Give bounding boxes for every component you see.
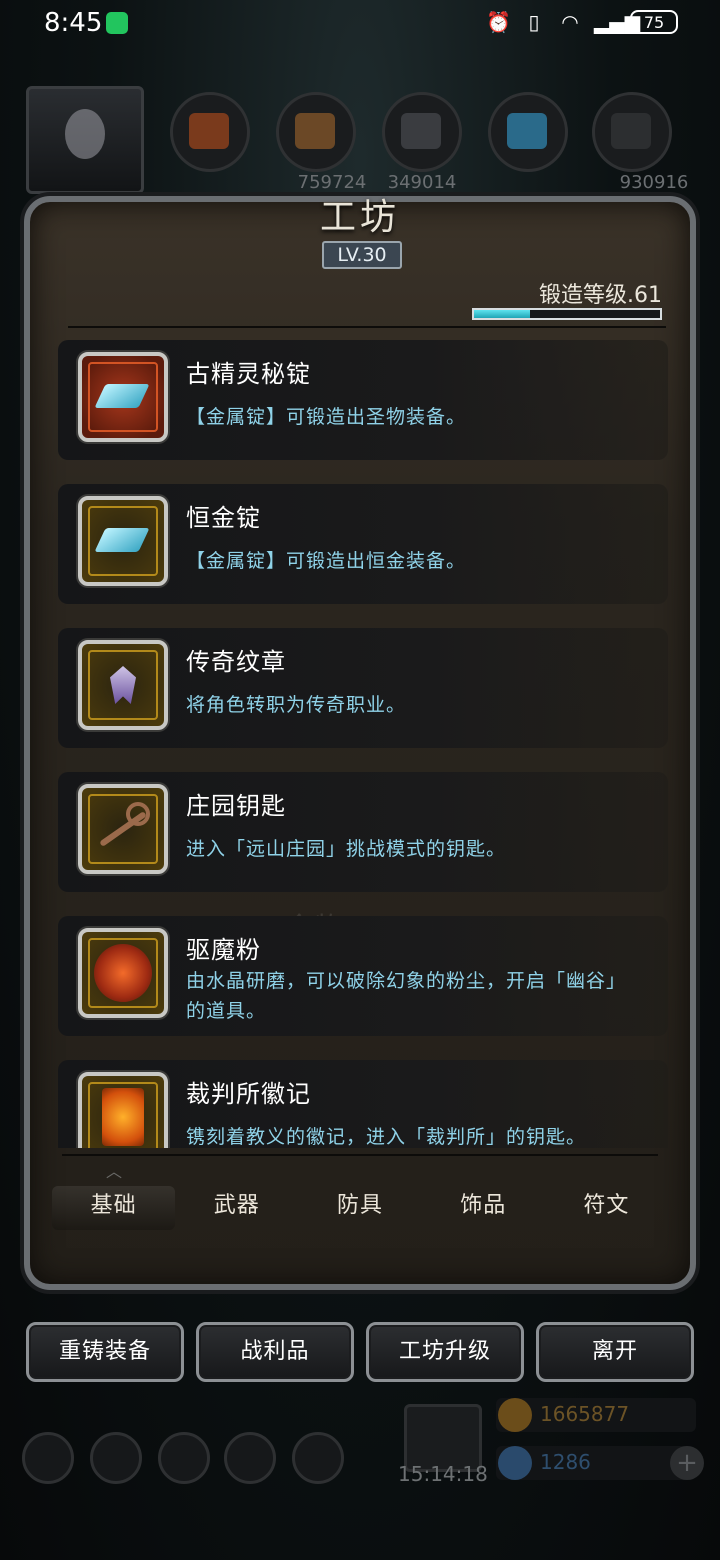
forge-level-label: 锻造等级.61 — [539, 283, 662, 308]
vibrate-icon: ▯ — [528, 10, 540, 34]
tab-basic[interactable]: 基础 — [52, 1186, 176, 1230]
tab-accessories[interactable]: 饰品 — [422, 1186, 545, 1230]
iron-resource-icon — [382, 92, 462, 172]
signal-icon: ▂▄▆ — [594, 10, 641, 34]
silver-ingot-icon — [78, 352, 168, 442]
status-time: 8:45 — [44, 8, 103, 38]
list-item[interactable]: 庄园钥匙 进入「远山庄园」挑战模式的钥匙。 — [58, 772, 668, 892]
add-currency-icon[interactable]: + — [670, 1446, 704, 1480]
avatar — [65, 109, 105, 159]
status-icons: ⏰ ▯ ◠ ▂▄▆ 75 — [486, 10, 678, 34]
meat-resource-icon — [170, 92, 250, 172]
tab-runes[interactable]: 符文 — [545, 1186, 668, 1230]
wechat-icon — [106, 12, 128, 34]
key-icon — [78, 784, 168, 874]
upgrade-workshop-button[interactable]: 工坊升级 — [366, 1322, 524, 1382]
list-item[interactable]: 裁判所徽记 镌刻着教义的徽记，进入「裁判所」的钥匙。 — [58, 1060, 668, 1148]
item-title: 古精灵秘锭 — [186, 360, 311, 388]
workshop-level-badge: LV.30 — [322, 241, 402, 269]
item-description: 进入「远山庄园」挑战模式的钥匙。 — [186, 838, 507, 860]
wifi-icon: ◠ — [561, 10, 579, 34]
forge-progress-fill — [474, 310, 530, 318]
list-bottom-divider — [62, 1154, 658, 1156]
gold-counter: 1665877 — [496, 1398, 696, 1432]
wood-resource-icon — [276, 92, 356, 172]
alarm-icon: ⏰ — [486, 10, 511, 34]
list-item[interactable]: 驱魔粉 由水晶研磨，可以破除幻象的粉尘，开启「幽谷」的道具。 — [58, 916, 668, 1036]
item-description: 将角色转职为传奇职业。 — [186, 694, 407, 716]
item-title: 庄园钥匙 — [186, 792, 286, 820]
settings-icon[interactable] — [22, 1432, 74, 1484]
list-item[interactable]: 古精灵秘锭 【金属锭】可锻造出圣物装备。 — [58, 340, 668, 460]
battery-indicator: 75 — [630, 10, 678, 34]
character-portrait[interactable] — [26, 86, 144, 194]
forge-progress-bar — [472, 308, 662, 320]
item-title: 恒金锭 — [186, 504, 261, 532]
loot-button[interactable]: 战利品 — [196, 1322, 354, 1382]
category-tabs: 基础 武器 防具 饰品 符文 — [52, 1186, 668, 1230]
tab-armor[interactable]: 防具 — [298, 1186, 421, 1230]
gem-icon — [498, 1446, 532, 1480]
emblem-icon — [78, 1072, 168, 1148]
leave-button[interactable]: 离开 — [536, 1322, 694, 1382]
item-description: 【金属锭】可锻造出圣物装备。 — [186, 406, 467, 428]
tab-weapons[interactable]: 武器 — [175, 1186, 298, 1230]
crystal-resource-icon — [488, 92, 568, 172]
reforge-button[interactable]: 重铸装备 — [26, 1322, 184, 1382]
gem-value: 1286 — [540, 1450, 591, 1474]
list-item[interactable]: 传奇纹章 将角色转职为传奇职业。 — [58, 628, 668, 748]
scroll-up-icon[interactable]: ︿ — [106, 1158, 122, 1182]
shop-icon[interactable] — [292, 1432, 344, 1484]
ingot-icon — [78, 496, 168, 586]
gem-counter: 1286 — [496, 1446, 696, 1480]
stone-resource-icon — [592, 92, 672, 172]
guild-icon[interactable] — [158, 1432, 210, 1484]
gold-coin-icon — [498, 1398, 532, 1432]
action-buttons: 重铸装备 战利品 工坊升级 离开 — [26, 1322, 694, 1384]
item-title: 裁判所徽记 — [186, 1080, 311, 1108]
gift-timer: 15:14:18 — [398, 1462, 488, 1486]
crest-icon — [78, 640, 168, 730]
panel-divider — [68, 326, 666, 328]
panel-title: 工坊 — [319, 197, 400, 238]
mail-icon[interactable] — [224, 1432, 276, 1484]
item-description: 镌刻着教义的徽记，进入「裁判所」的钥匙。 — [186, 1126, 587, 1148]
resource-row: 759724 349014 930916 — [26, 86, 688, 196]
item-title: 驱魔粉 — [186, 936, 261, 964]
powder-icon — [78, 928, 168, 1018]
item-description: 【金属锭】可锻造出恒金装备。 — [186, 550, 467, 572]
item-title: 传奇纹章 — [186, 648, 286, 676]
gold-value: 1665877 — [540, 1402, 630, 1426]
list-item[interactable]: 恒金锭 【金属锭】可锻造出恒金装备。 — [58, 484, 668, 604]
achievement-icon[interactable] — [90, 1432, 142, 1484]
item-list[interactable]: 古精灵秘锭 【金属锭】可锻造出圣物装备。 恒金锭 【金属锭】可锻造出恒金装备。 … — [58, 340, 668, 1148]
item-description: 由水晶研磨，可以破除幻象的粉尘，开启「幽谷」的道具。 — [186, 970, 627, 1022]
status-bar: 8:45 ⏰ ▯ ◠ ▂▄▆ 75 — [0, 0, 720, 48]
